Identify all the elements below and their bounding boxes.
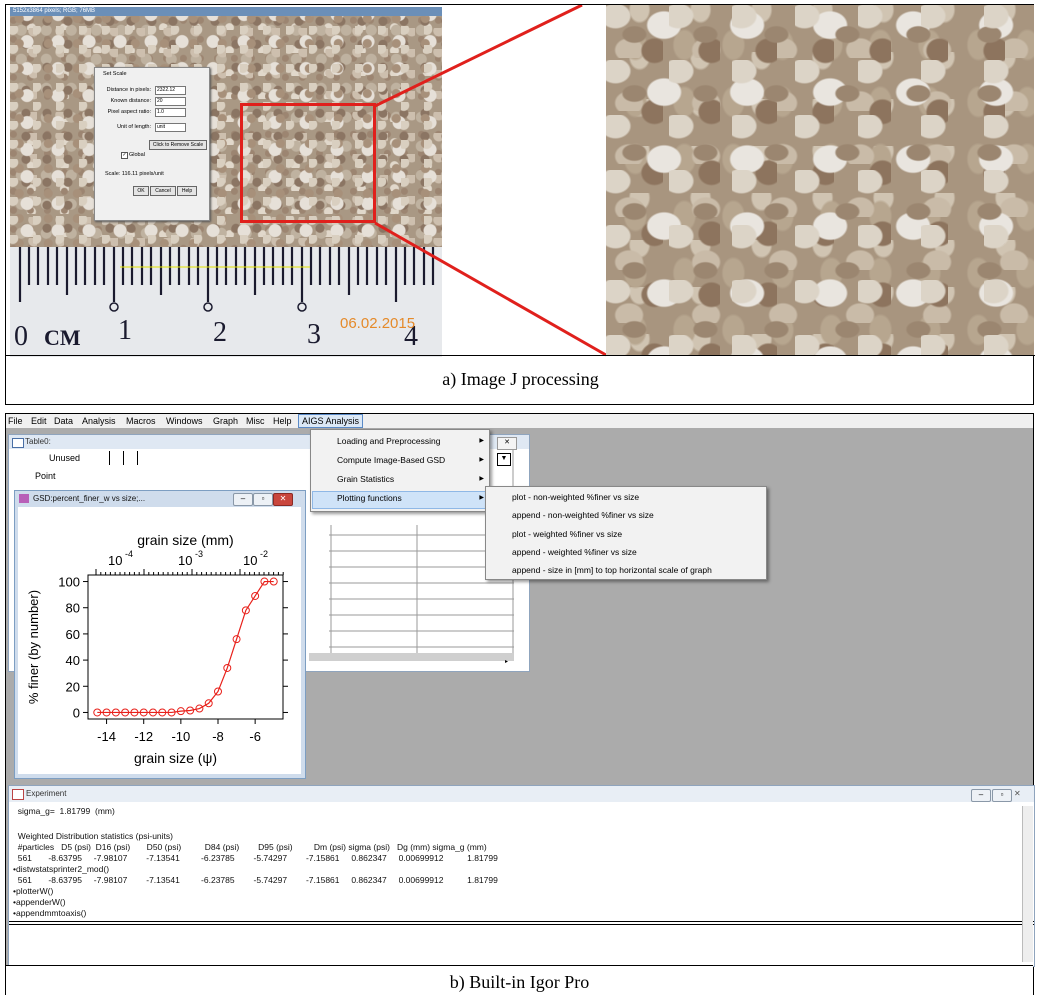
x-tick-label: -8 [212,729,224,744]
caption-a: a) Image J processing [442,369,599,389]
menu-data[interactable]: Data [54,414,73,428]
menu-aigs-analysis[interactable]: AIGS Analysis [298,414,364,428]
menu-item-grain-statistics[interactable]: Grain Statistics [337,474,394,484]
top-tick-label: 10 [108,553,122,568]
plotting-submenu: plot - non-weighted %finer vs size appen… [485,486,767,580]
experiment-icon [12,789,24,800]
chevron-right-icon: ▶ [479,476,484,482]
menu-analysis[interactable]: Analysis [82,414,116,428]
scrollbar[interactable] [1022,806,1033,962]
top-tick-label: 10 [178,553,192,568]
chevron-right-icon: ▶ [479,457,484,463]
y-tick-label: 20 [66,679,80,694]
y-tick-label: 100 [58,575,80,590]
experiment-window-title: Experiment [26,789,67,798]
zoomed-sand-image [606,5,1034,355]
chevron-right-icon: ▶ [479,495,484,501]
graph-window: GSD:percent_finer_w vs size;... – ▫ ✕ 0 2… [14,490,306,779]
caption-b: b) Built-in Igor Pro [449,972,590,992]
y-tick-label: 80 [66,601,80,616]
close-icon[interactable]: ✕ [1014,789,1021,798]
submenu-append-nonweighted[interactable]: append - non-weighted %finer vs size [512,510,654,520]
menubar: File Edit Data Analysis Macros Windows G… [6,414,1033,428]
x-tick-label: -12 [134,729,153,744]
menu-macros[interactable]: Macros [126,414,156,428]
panel-b: File Edit Data Analysis Macros Windows G… [5,413,1035,997]
menu-item-compute-gsd[interactable]: Compute Image-Based GSD [337,455,445,465]
y-tick-label: 40 [66,653,80,668]
submenu-plot-nonweighted[interactable]: plot - non-weighted %finer vs size [512,492,639,502]
menu-misc[interactable]: Misc [246,414,265,428]
x-tick-label: -6 [249,729,261,744]
aigs-analysis-menu: Loading and Preprocessing ▶ Compute Imag… [310,429,490,512]
plot-frame [87,574,284,720]
chevron-right-icon: ▶ [479,438,484,444]
history-line: •appendmmtoaxis() [13,908,87,918]
maximize-button[interactable]: ▫ [253,493,273,506]
menu-help[interactable]: Help [273,414,292,428]
menu-graph[interactable]: Graph [213,414,238,428]
history-line: •plotterW() [13,886,54,896]
x-tick-label: -10 [171,729,190,744]
menu-item-plotting-functions[interactable]: Plotting functions [337,493,402,503]
top-axis-title: grain size (mm) [137,532,233,548]
x-axis-title: grain size (ψ) [134,750,217,766]
top-tick-exponent: -2 [260,549,268,559]
gsd-chart: 020406080100-14 -12 -10 -8 -610 -4 10 -3 10 -2gra… [26,532,288,766]
history-line: Weighted Distribution statistics (psi-un… [13,831,173,841]
graph-window-title: GSD:percent_finer_w vs size;... [33,494,146,503]
graph-icon [19,494,29,503]
menu-windows[interactable]: Windows [166,414,203,428]
submenu-plot-weighted[interactable]: plot - weighted %finer vs size [512,529,622,539]
history-line: #particles D5 (psi) D16 (psi) D50 (psi) … [13,842,487,852]
maximize-button[interactable]: ▫ [992,789,1012,802]
minimize-button[interactable]: – [233,493,253,506]
history-line: sigma_g= 1.81799 (mm) [13,806,115,816]
history-line: 561 -8.63795 -7.98107 -7.13541 -6.23785 … [13,853,498,863]
menu-file[interactable]: File [8,414,23,428]
y-tick-label: 60 [66,627,80,642]
submenu-append-mm-axis[interactable]: append - size in [mm] to top horizontal … [512,565,712,575]
experiment-window: Experiment – ▫ ✕ sigma_g= 1.81799 (mm) W… [8,785,1035,967]
minimize-button[interactable]: – [971,789,991,802]
menu-item-loading-preprocessing[interactable]: Loading and Preprocessing [337,436,441,446]
submenu-append-weighted[interactable]: append - weighted %finer vs size [512,547,637,557]
svg-text:▸: ▸ [505,659,508,665]
y-tick-label: 0 [73,705,80,720]
menu-edit[interactable]: Edit [31,414,47,428]
close-button[interactable]: ✕ [273,493,293,506]
history-line: •distwstatsprinter2_mod() [13,864,110,874]
top-tick-exponent: -3 [195,549,203,559]
panel-a: 5152x3864 pixels; RGB; 76MB CM 0 1 2 3 4… [5,4,1035,405]
history-line: •appenderW() [13,897,66,907]
x-tick-label: -14 [97,729,116,744]
history-line: 561 -8.63795 -7.98107 -7.13541 -6.23785 … [13,875,498,885]
command-line-input[interactable] [9,926,1021,962]
series-line [97,580,274,714]
top-tick-label: 10 [243,553,257,568]
y-axis-title: % finer (by number) [26,590,41,704]
top-tick-exponent: -4 [125,549,133,559]
